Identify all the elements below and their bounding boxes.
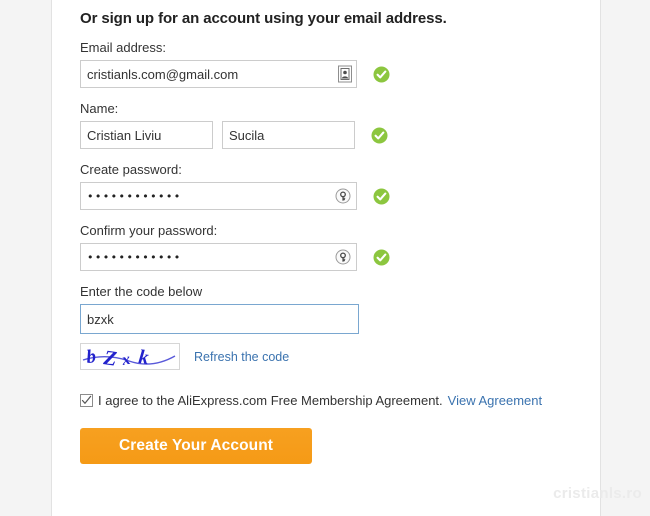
- password-input-wrapper: [80, 182, 357, 210]
- confirm-password-label: Confirm your password:: [80, 223, 218, 238]
- email-input[interactable]: [80, 60, 357, 88]
- password-valid-check-icon: [373, 188, 390, 205]
- email-input-wrapper: [80, 60, 357, 88]
- captcha-image-row: b Z x k Refresh the code: [80, 343, 580, 371]
- page-title: Or sign up for an account using your ema…: [80, 10, 447, 27]
- watermark: cristianls.ro: [553, 485, 642, 502]
- confirm-password-row: [80, 243, 580, 271]
- last-name-input[interactable]: [222, 121, 355, 149]
- page-background: Or sign up for an account using your ema…: [0, 0, 650, 516]
- captcha-input[interactable]: [80, 304, 359, 334]
- key-icon[interactable]: [335, 249, 351, 265]
- password-label: Create password:: [80, 162, 182, 177]
- first-name-input[interactable]: [80, 121, 213, 149]
- agreement-text: I agree to the AliExpress.com Free Membe…: [98, 393, 443, 408]
- signup-form: Or sign up for an account using your ema…: [80, 0, 580, 464]
- confirm-password-input-wrapper: [80, 243, 357, 271]
- name-row: [80, 121, 580, 149]
- key-icon[interactable]: [335, 188, 351, 204]
- view-agreement-link[interactable]: View Agreement: [448, 393, 542, 408]
- password-row: [80, 182, 580, 210]
- captcha-field-group: Enter the code below b Z x k Refresh the…: [80, 284, 580, 371]
- agreement-checkbox[interactable]: [80, 394, 93, 407]
- email-row: [80, 60, 580, 88]
- password-input[interactable]: [80, 182, 357, 210]
- name-valid-check-icon: [371, 127, 388, 144]
- agreement-row: I agree to the AliExpress.com Free Membe…: [80, 393, 580, 408]
- signup-panel: Or sign up for an account using your ema…: [51, 0, 601, 516]
- captcha-label: Enter the code below: [80, 284, 203, 299]
- confirm-password-input[interactable]: [80, 243, 357, 271]
- svg-text:k: k: [137, 346, 149, 369]
- password-field-group: Create password:: [80, 162, 580, 210]
- name-label: Name:: [80, 101, 119, 116]
- email-label: Email address:: [80, 40, 166, 55]
- create-account-button[interactable]: Create Your Account: [80, 428, 312, 464]
- confirm-password-field-group: Confirm your password:: [80, 223, 580, 271]
- name-field-group: Name:: [80, 101, 580, 149]
- email-valid-check-icon: [373, 66, 390, 83]
- captcha-image: b Z x k: [80, 343, 180, 371]
- confirm-password-valid-check-icon: [373, 249, 390, 266]
- refresh-captcha-link[interactable]: Refresh the code: [194, 350, 289, 364]
- email-field-group: Email address:: [80, 40, 580, 88]
